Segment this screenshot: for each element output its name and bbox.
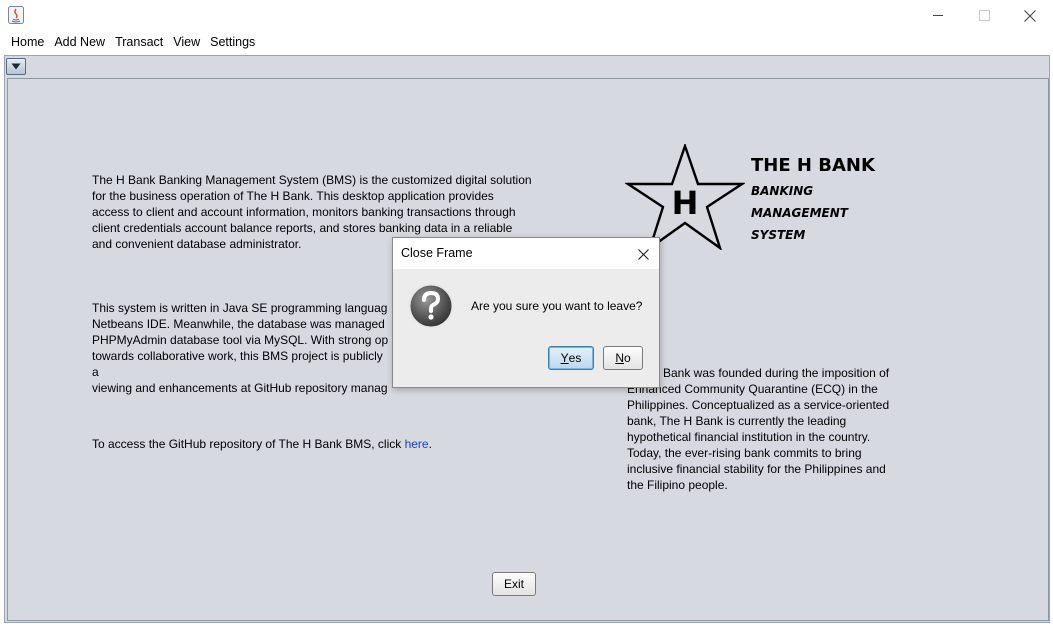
dialog-close-button[interactable] <box>633 244 653 264</box>
menu-view[interactable]: View <box>168 35 205 49</box>
text-line: hypothetical financial institution in th… <box>627 430 871 444</box>
no-label: o <box>623 351 631 365</box>
text-line: bank, The H Bank is currently the leadin… <box>627 414 847 428</box>
text-line: viewing and enhancements at GitHub repos… <box>92 381 388 395</box>
dialog-title-bar: Close Frame <box>393 238 659 269</box>
dialog-title: Close Frame <box>401 246 473 260</box>
logo-subtitle-2: MANAGEMENT <box>751 206 848 220</box>
menu-settings[interactable]: Settings <box>205 35 260 49</box>
text-line: The H Bank Banking Management System (BM… <box>92 173 532 187</box>
yes-mnemonic: Y <box>560 351 569 365</box>
chevron-down-icon <box>11 63 21 70</box>
bank-description: Bank was founded during the imposition o… <box>627 365 917 493</box>
menu-transact[interactable]: Transact <box>110 35 168 49</box>
close-icon <box>637 248 649 260</box>
system-description: This system is written in Java SE progra… <box>92 300 392 396</box>
text-line: Enhanced Community Quarantine (ECQ) in t… <box>627 382 878 396</box>
maximize-button[interactable] <box>961 0 1007 31</box>
github-text: To access the GitHub repository of The H… <box>92 437 405 451</box>
text-line: towards collaborative work, this BMS pro… <box>92 349 383 379</box>
text-line: client credentials account balance repor… <box>92 221 513 235</box>
text-line: for the business operation of The H Bank… <box>92 189 494 203</box>
question-icon <box>408 283 454 329</box>
frame-menu-button[interactable] <box>6 58 26 75</box>
java-app-icon <box>8 6 24 24</box>
minimize-icon <box>932 15 943 16</box>
window-title-bar <box>0 0 1053 31</box>
text-line: Netbeans IDE. Meanwhile, the database wa… <box>92 317 385 331</box>
text-line: Today, the ever-rising bank commits to b… <box>627 446 862 460</box>
github-link[interactable]: here <box>405 437 429 451</box>
yes-label: es <box>568 351 582 365</box>
text-line: inclusive financial stability for the Ph… <box>627 462 886 476</box>
no-mnemonic: N <box>615 351 624 365</box>
text-line: access to client and account information… <box>92 205 516 219</box>
github-line: To access the GitHub repository of The H… <box>92 436 432 452</box>
close-window-button[interactable] <box>1007 0 1053 31</box>
menu-home[interactable]: Home <box>6 35 49 49</box>
close-icon <box>1024 9 1036 22</box>
text-line: PHPMyAdmin database tool via MySQL. With… <box>92 333 389 347</box>
logo-letter: H <box>671 184 699 222</box>
yes-button[interactable]: Yes <box>548 346 594 370</box>
exit-button[interactable]: Exit <box>492 572 536 596</box>
minimize-button[interactable] <box>915 0 961 31</box>
menu-bar: Home Add New Transact View Settings <box>0 31 1053 53</box>
no-button[interactable]: No <box>603 346 643 370</box>
text-line: Bank was founded during the imposition o… <box>663 366 890 380</box>
text-line: This system is written in Java SE progra… <box>92 301 388 315</box>
github-suffix: . <box>428 437 432 451</box>
text-line: the Filipino people. <box>627 478 728 492</box>
logo-title: THE H BANK <box>751 155 875 176</box>
maximize-icon <box>978 10 990 21</box>
menu-add-new[interactable]: Add New <box>49 35 110 49</box>
text-line: Philippines. Conceptualized as a service… <box>627 398 890 412</box>
logo-subtitle-1: BANKING <box>751 184 814 198</box>
dialog-message: Are you sure you want to leave? <box>471 299 643 313</box>
close-frame-dialog: Close Frame Are you sure you want to lea… <box>392 237 660 388</box>
logo-subtitle-3: SYSTEM <box>751 228 806 242</box>
